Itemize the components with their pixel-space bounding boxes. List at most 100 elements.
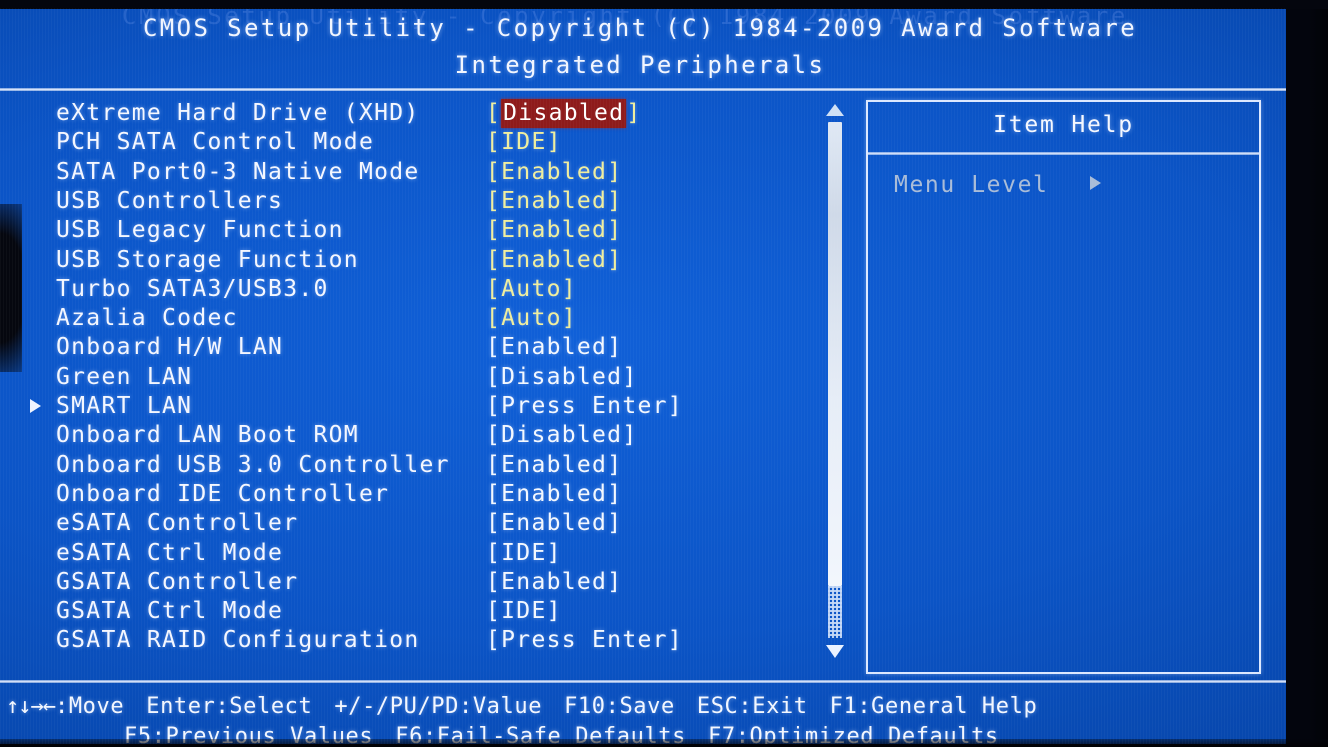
- setting-value-text: Auto: [501, 305, 562, 332]
- setting-row[interactable]: USB Storage Function [Enabled]: [0, 247, 816, 276]
- setting-label: Azalia Codec: [56, 305, 238, 332]
- setting-value-text: IDE: [501, 539, 547, 566]
- scrollbar-down-arrow-icon[interactable]: [826, 645, 844, 658]
- setting-value[interactable]: [IDE]: [486, 540, 562, 566]
- value-close-bracket: ]: [607, 246, 623, 273]
- setting-row[interactable]: Onboard LAN Boot ROM [Disabled]: [0, 422, 816, 451]
- footer-key-name: F1: [829, 694, 858, 719]
- setting-value-text: Auto: [501, 275, 562, 302]
- value-open-bracket: [: [486, 129, 502, 156]
- setting-row[interactable]: PCH SATA Control Mode [IDE]: [0, 129, 816, 158]
- page-subtitle: Integrated Peripherals: [454, 51, 826, 79]
- setting-value[interactable]: [Enabled]: [486, 188, 622, 214]
- scrollbar-up-arrow-icon[interactable]: [826, 104, 844, 116]
- setting-row[interactable]: GSATA Controller [Enabled]: [0, 569, 816, 598]
- footer-key-name: +/-/PU/PD: [334, 694, 459, 719]
- setting-value-text: Enabled: [501, 187, 608, 214]
- value-close-bracket: ]: [546, 598, 562, 625]
- setting-value[interactable]: [Disabled]: [486, 99, 642, 128]
- setting-value[interactable]: [Auto]: [486, 305, 577, 331]
- setting-value[interactable]: [IDE]: [486, 129, 562, 155]
- setting-value[interactable]: [IDE]: [486, 598, 562, 624]
- setting-value[interactable]: [Enabled]: [486, 569, 622, 595]
- setting-value[interactable]: [Enabled]: [486, 510, 622, 536]
- value-close-bracket: ]: [667, 393, 683, 419]
- value-close-bracket: ]: [607, 451, 623, 478]
- setting-row[interactable]: Onboard USB 3.0 Controller [Enabled]: [0, 452, 816, 481]
- value-close-bracket: ]: [626, 100, 642, 126]
- setting-value[interactable]: [Enabled]: [486, 159, 622, 185]
- setting-value[interactable]: [Enabled]: [486, 481, 622, 507]
- setting-value[interactable]: [Enabled]: [486, 452, 622, 478]
- scrollbar-track[interactable]: [828, 586, 842, 638]
- setting-label: eSATA Ctrl Mode: [56, 539, 284, 566]
- setting-row[interactable]: eSATA Controller [Enabled]: [0, 510, 816, 539]
- setting-row[interactable]: Green LAN [Disabled]: [0, 364, 816, 393]
- bios-screen: CMOS Setup Utility - Copyright (C) 1984-…: [0, 8, 1286, 744]
- setting-value[interactable]: [Enabled]: [486, 217, 622, 243]
- setting-row[interactable]: Onboard H/W LAN [Enabled]: [0, 334, 816, 363]
- footer-line-1: ↑↓→←:Move Enter:Select +/-/PU/PD:Value F10:…: [0, 694, 1286, 724]
- setting-value-text: Enabled: [501, 246, 608, 273]
- header: CMOS Setup Utility - Copyright (C) 1984-…: [0, 14, 1286, 79]
- setting-label: eXtreme Hard Drive (XHD): [56, 100, 420, 126]
- setting-label: Turbo SATA3/USB3.0: [56, 275, 329, 302]
- setting-row[interactable]: eXtreme Hard Drive (XHD) [Disabled]: [0, 99, 816, 129]
- value-close-bracket: ]: [607, 217, 623, 244]
- setting-row[interactable]: Azalia Codec [Auto]: [0, 305, 816, 334]
- setting-row[interactable]: GSATA RAID Configuration [Press Enter]: [0, 627, 816, 656]
- setting-value[interactable]: [Auto]: [486, 276, 577, 302]
- setting-label: GSATA RAID Configuration: [56, 627, 420, 654]
- value-close-bracket: ]: [607, 510, 623, 537]
- menu-level-label: Menu Level: [894, 172, 1049, 198]
- value-close-bracket: ]: [607, 158, 623, 185]
- setting-value-text: Enabled: [501, 217, 608, 244]
- footer-key-hint: F6:Fail-Safe Defaults: [395, 724, 686, 744]
- setting-row[interactable]: eSATA Ctrl Mode [IDE]: [0, 540, 816, 569]
- setting-label: Onboard H/W LAN: [56, 334, 284, 361]
- setting-value-text: Disabled: [501, 363, 623, 390]
- settings-scrollbar[interactable]: [822, 104, 848, 658]
- setting-value-text: Press Enter: [501, 627, 668, 654]
- setting-row[interactable]: Onboard IDE Controller [Enabled]: [0, 481, 816, 510]
- value-open-bracket: [: [486, 422, 502, 449]
- value-open-bracket: [: [486, 393, 502, 419]
- item-help-divider: [868, 152, 1259, 155]
- value-close-bracket: ]: [607, 568, 623, 595]
- setting-value-text: Press Enter: [501, 393, 668, 419]
- setting-value-text: IDE: [501, 129, 547, 156]
- setting-row[interactable]: SMART LAN [Press Enter]: [0, 393, 816, 422]
- setting-row[interactable]: SATA Port0-3 Native Mode [Enabled]: [0, 159, 816, 188]
- value-open-bracket: [: [486, 305, 502, 332]
- footer-key-legend: ↑↓→←:Move Enter:Select +/-/PU/PD:Value F10:…: [0, 694, 1286, 744]
- footer-key-name: F6: [395, 724, 423, 744]
- footer-key-action: :Value: [458, 694, 543, 719]
- setting-label: SMART LAN: [56, 393, 193, 419]
- value-close-bracket: ]: [607, 187, 623, 214]
- setting-label: GSATA Controller: [56, 568, 299, 595]
- footer-key-name: F7: [708, 724, 736, 744]
- footer-line-2: F5:Previous Values F6:Fail-Safe Defaults F…: [0, 724, 1286, 744]
- value-open-bracket: [: [486, 510, 502, 537]
- value-open-bracket: [: [486, 568, 502, 595]
- scrollbar-thumb[interactable]: [828, 122, 842, 586]
- setting-value[interactable]: [Press Enter]: [486, 393, 683, 419]
- setting-value-text: Enabled: [501, 334, 608, 361]
- setting-value[interactable]: [Press Enter]: [486, 627, 683, 653]
- setting-value[interactable]: [Disabled]: [486, 422, 638, 448]
- setting-row[interactable]: USB Legacy Function [Enabled]: [0, 217, 816, 246]
- setting-value[interactable]: [Enabled]: [486, 334, 622, 360]
- setting-value[interactable]: [Enabled]: [486, 247, 622, 273]
- setting-row[interactable]: USB Controllers [Enabled]: [0, 188, 816, 217]
- setting-value[interactable]: [Disabled]: [486, 364, 638, 390]
- value-open-bracket: [: [486, 275, 502, 302]
- footer-key-action: :General Help: [857, 694, 1038, 719]
- setting-label: SATA Port0-3 Native Mode: [56, 158, 420, 185]
- setting-row[interactable]: GSATA Ctrl Mode [IDE]: [0, 598, 816, 627]
- setting-label: USB Controllers: [56, 187, 284, 214]
- value-open-bracket: [: [486, 539, 502, 566]
- value-close-bracket: ]: [607, 334, 623, 361]
- footer-key-hint: ↑↓→←:Move: [6, 694, 124, 719]
- value-open-bracket: [: [486, 480, 502, 507]
- setting-row[interactable]: Turbo SATA3/USB3.0 [Auto]: [0, 276, 816, 305]
